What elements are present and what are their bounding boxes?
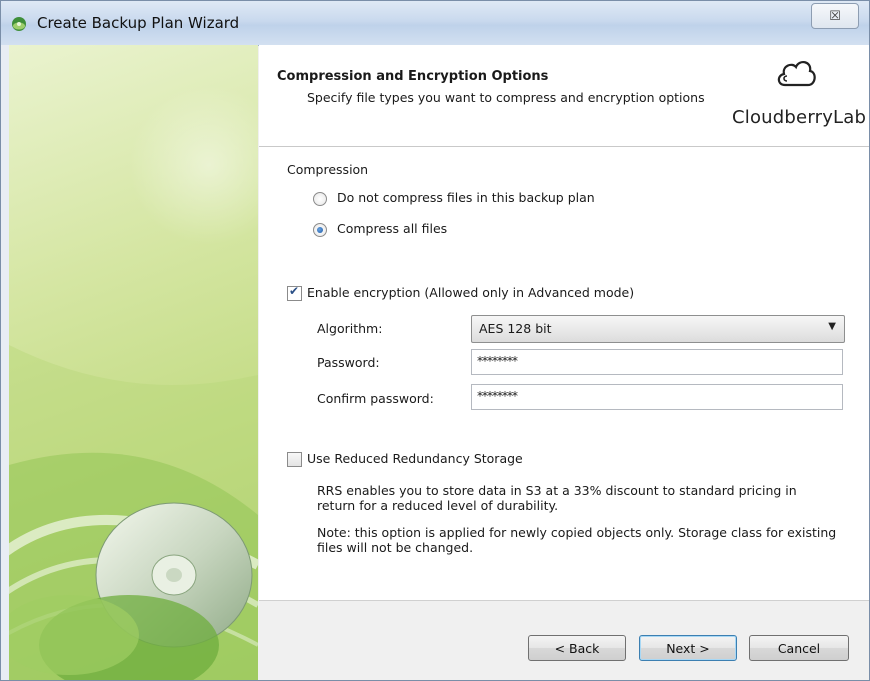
- compress-all-label[interactable]: Compress all files: [337, 221, 447, 236]
- password-field[interactable]: ********: [471, 349, 843, 375]
- title-bar[interactable]: Create Backup Plan Wizard ☒: [1, 1, 869, 46]
- cloud-icon: [777, 61, 816, 87]
- window-title: Create Backup Plan Wizard: [37, 14, 240, 32]
- close-icon: ☒: [829, 8, 841, 24]
- algorithm-value: AES 128 bit: [479, 321, 552, 336]
- wizard-window: Create Backup Plan Wizard ☒ Compression …: [0, 0, 870, 681]
- compression-group-label: Compression: [287, 162, 369, 177]
- enable-encryption-checkbox[interactable]: [287, 284, 302, 301]
- next-button[interactable]: Next >: [639, 635, 737, 661]
- app-icon: [12, 17, 26, 31]
- confirm-password-value: ********: [477, 389, 518, 403]
- compress-all-radio[interactable]: [313, 223, 327, 237]
- password-value: ********: [477, 354, 518, 368]
- wizard-sidebar-graphic: [9, 45, 258, 680]
- no-compression-label[interactable]: Do not compress files in this backup pla…: [337, 190, 595, 205]
- password-label: Password:: [317, 355, 380, 370]
- confirm-password-label: Confirm password:: [317, 391, 434, 406]
- footer-divider: [259, 600, 869, 601]
- rrs-checkbox[interactable]: [287, 452, 302, 467]
- close-button[interactable]: ☒: [811, 3, 859, 29]
- page-subtitle: Specify file types you want to compress …: [307, 90, 705, 105]
- rrs-note: Note: this option is applied for newly c…: [317, 525, 837, 555]
- algorithm-select[interactable]: AES 128 bit ▼: [471, 315, 845, 343]
- brand-logo-text: CloudberryLab: [732, 107, 867, 128]
- disc-illustration: [9, 85, 258, 680]
- back-button[interactable]: < Back: [528, 635, 626, 661]
- page-title: Compression and Encryption Options: [277, 69, 549, 84]
- cancel-button[interactable]: Cancel: [749, 635, 849, 661]
- dropdown-arrow-icon[interactable]: ▼: [828, 321, 836, 332]
- rrs-description: RRS enables you to store data in S3 at a…: [317, 483, 797, 513]
- confirm-password-field[interactable]: ********: [471, 384, 843, 410]
- options-panel: Compression Do not compress files in thi…: [259, 147, 869, 600]
- enable-encryption-label[interactable]: Enable encryption (Allowed only in Advan…: [307, 285, 634, 300]
- rrs-label[interactable]: Use Reduced Redundancy Storage: [307, 451, 523, 466]
- no-compression-radio[interactable]: [313, 192, 327, 206]
- wizard-header: Compression and Encryption Options Speci…: [259, 45, 869, 147]
- algorithm-label: Algorithm:: [317, 321, 383, 336]
